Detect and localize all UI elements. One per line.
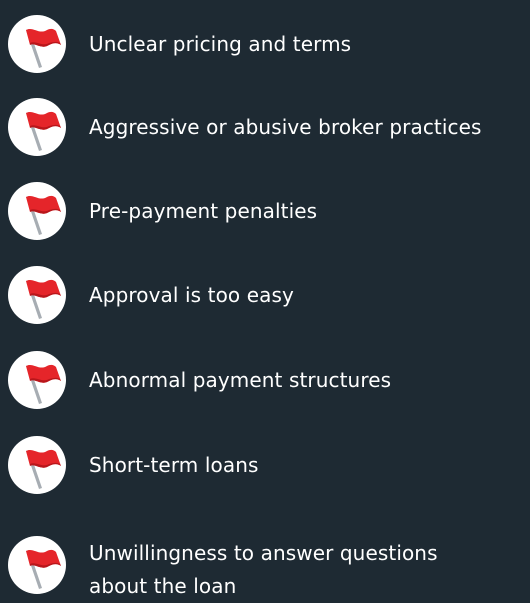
list-item-label: Aggressive or abusive broker practices [89,115,482,139]
red-flag-icon [8,182,66,240]
red-flag-icon [8,266,66,324]
list-item-label: Approval is too easy [89,283,294,307]
list-item-label: Unclear pricing and terms [89,32,352,56]
red-flag-icon [8,351,66,409]
list-item-label: Unwillingness to answer questions [89,541,438,565]
red-flag-icon [8,98,66,156]
red-flag-icon [8,15,66,73]
red-flags-list: Unclear pricing and terms Aggressive or … [0,0,530,601]
list-item-label: Pre-payment penalties [89,199,318,223]
list-item-label: Short-term loans [89,453,259,477]
red-flag-icon [8,536,66,594]
list-item-label-line2: about the loan [89,574,237,598]
red-flag-icon [8,436,66,494]
list-item-label: Abnormal payment structures [89,368,392,392]
